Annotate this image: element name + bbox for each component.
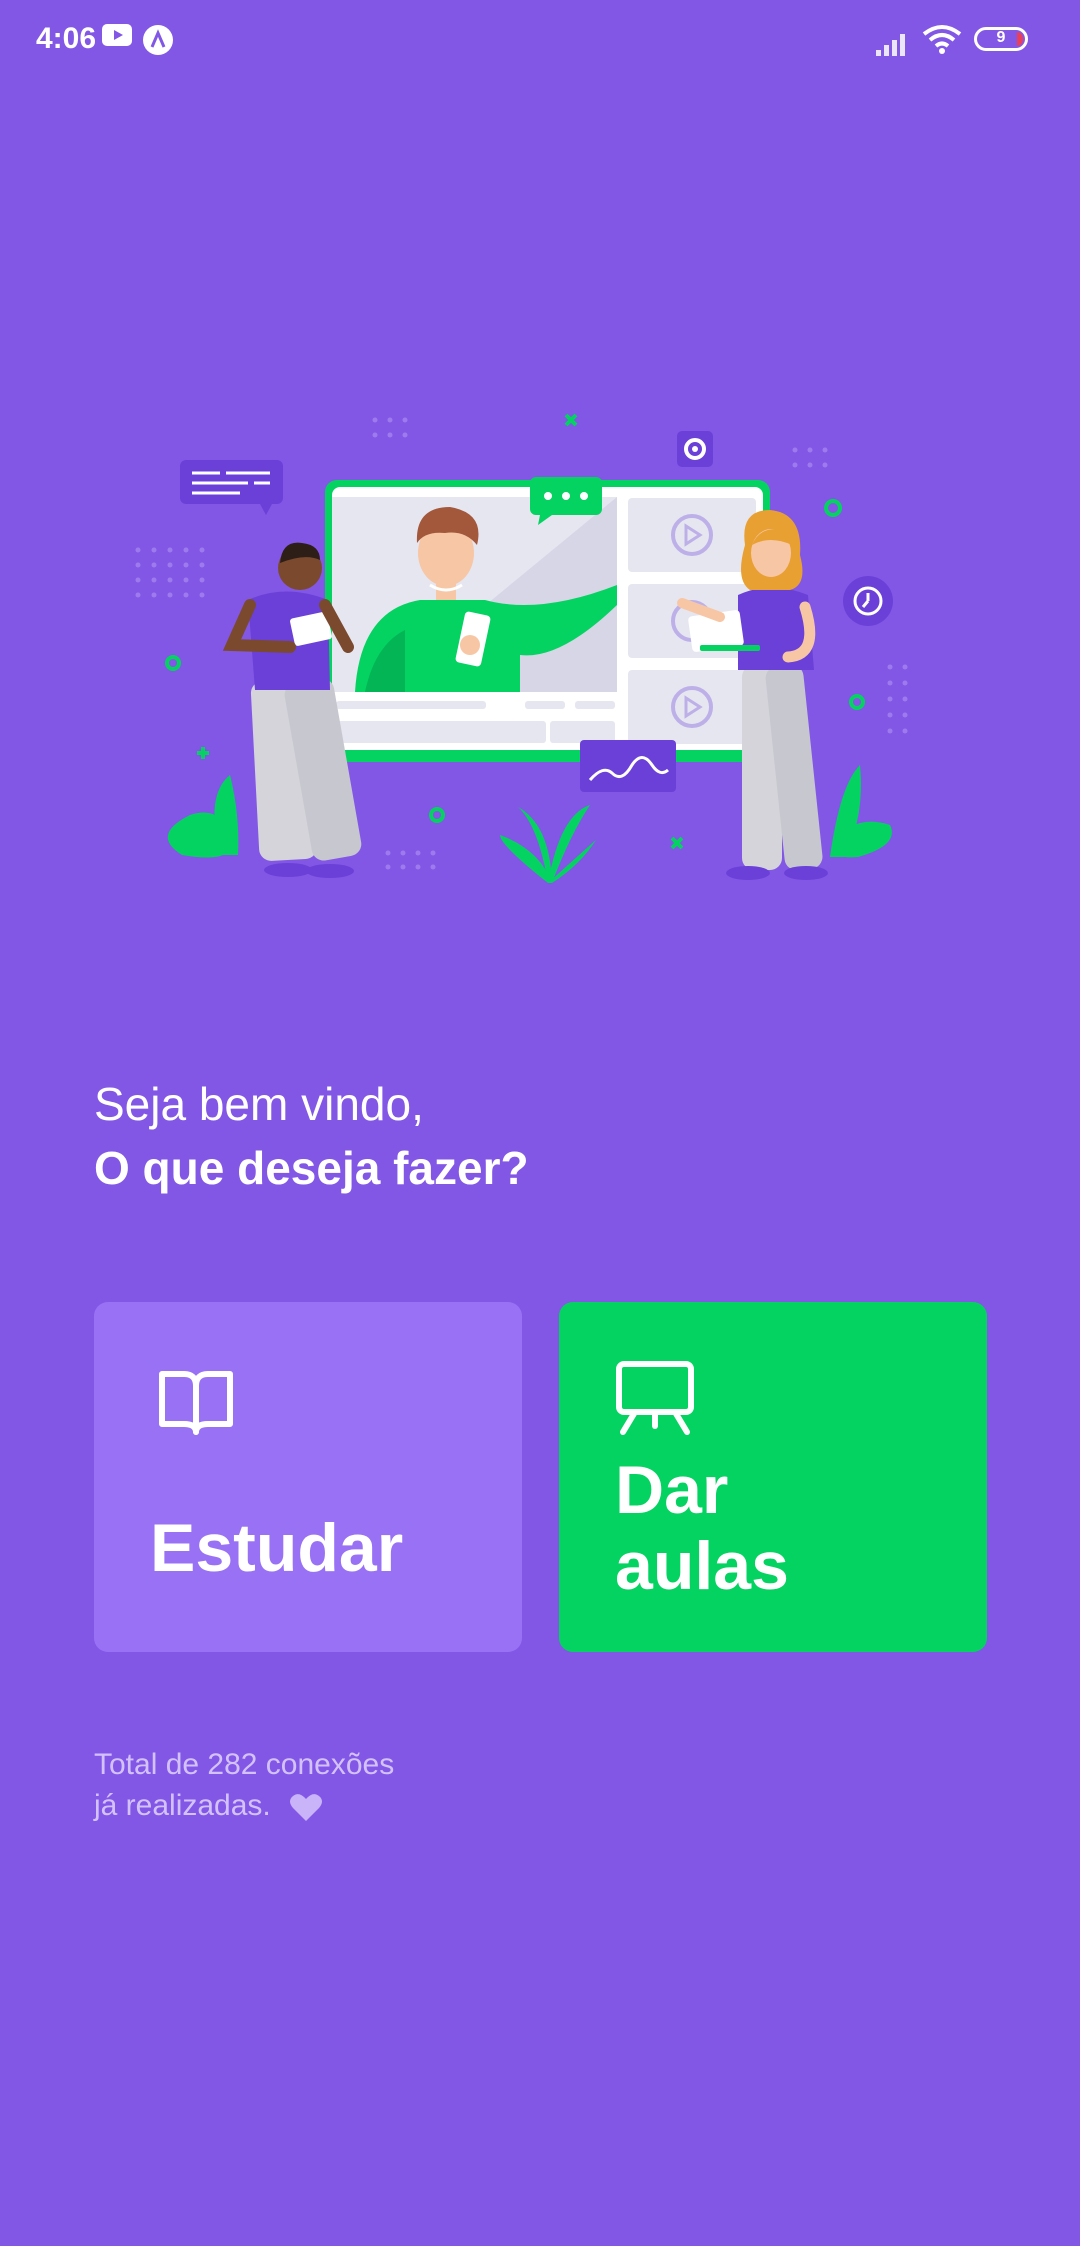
greeting-welcome: Seja bem vindo, (94, 1078, 424, 1130)
greeting-question: O que deseja fazer? (94, 1142, 529, 1194)
wifi-icon (922, 25, 962, 54)
signal-icon (876, 34, 905, 56)
status-bar: 4:06 9 (0, 0, 1080, 80)
connections-line2-wrap: já realizadas. (94, 1785, 394, 1826)
teach-label-line1: Dar (615, 1452, 729, 1528)
battery-icon: 9 (974, 27, 1028, 51)
teach-label: Dar aulas (615, 1452, 915, 1604)
presentation-board-icon (616, 1361, 694, 1435)
online-classes-illustration (135, 413, 908, 883)
teach-button[interactable]: Dar aulas (559, 1302, 987, 1652)
youtube-icon (102, 24, 132, 46)
study-button[interactable]: Estudar (94, 1302, 522, 1652)
app-a-icon (143, 25, 173, 55)
connections-line2: já realizadas. (94, 1789, 271, 1822)
greeting: Seja bem vindo, O que deseja fazer? (94, 1072, 529, 1200)
study-label: Estudar (150, 1510, 404, 1586)
heart-icon (290, 1794, 323, 1822)
teach-label-line2: aulas (615, 1528, 789, 1604)
status-time: 4:06 (36, 22, 97, 55)
connections-line1: Total de 282 conexões (94, 1748, 395, 1781)
connections-total: Total de 282 conexões já realizadas. (94, 1744, 394, 1826)
book-open-icon (159, 1371, 233, 1435)
